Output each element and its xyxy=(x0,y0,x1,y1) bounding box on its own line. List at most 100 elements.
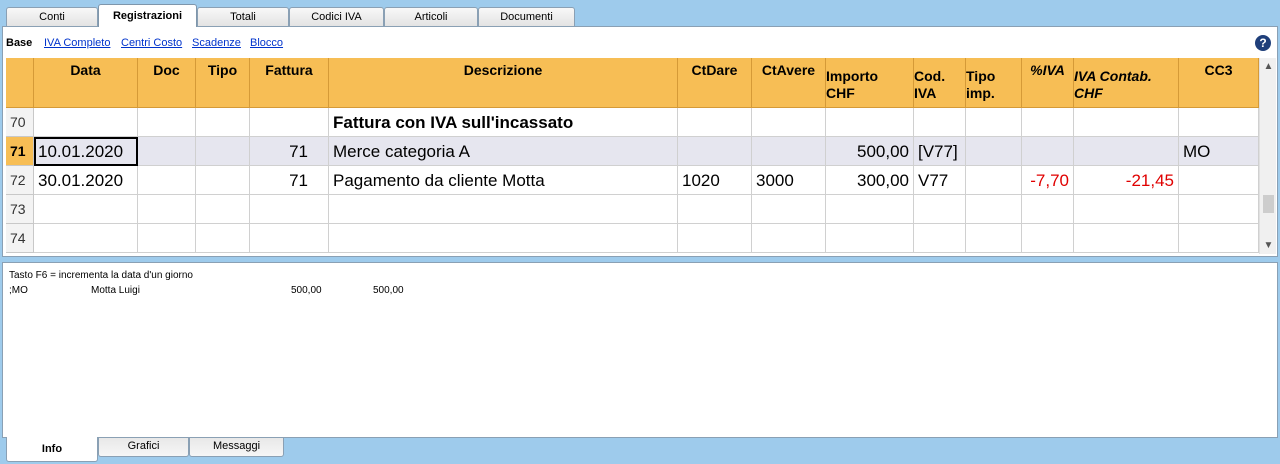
scroll-thumb[interactable] xyxy=(1263,195,1274,213)
col-header-iva-contab[interactable]: IVA Contab. CHF xyxy=(1074,58,1179,108)
table-row[interactable]: 72 30.01.2020 71 Pagamento da cliente Mo… xyxy=(6,166,1259,195)
cell-cc3[interactable]: MO xyxy=(1179,137,1259,166)
col-header-cc3[interactable]: CC3 xyxy=(1179,58,1259,108)
cell-doc[interactable] xyxy=(138,224,196,253)
tab-registrazioni[interactable]: Registrazioni xyxy=(98,4,197,27)
help-icon[interactable]: ? xyxy=(1255,35,1271,51)
cell-piva[interactable] xyxy=(1022,137,1074,166)
cell-doc[interactable] xyxy=(138,195,196,224)
cell-ctavere[interactable]: 3000 xyxy=(752,166,826,195)
scroll-up-icon[interactable]: ▲ xyxy=(1260,58,1277,75)
cell-fattura[interactable]: 71 xyxy=(250,137,329,166)
col-header-descrizione[interactable]: Descrizione xyxy=(329,58,678,108)
cell-descrizione[interactable] xyxy=(329,195,678,224)
cell-descrizione[interactable]: Merce categoria A xyxy=(329,137,678,166)
cell-piva[interactable] xyxy=(1022,108,1074,137)
cell-cc3[interactable] xyxy=(1179,195,1259,224)
cell-cod-iva[interactable] xyxy=(914,224,966,253)
row-number[interactable]: 71 xyxy=(6,137,34,166)
cell-ctavere[interactable] xyxy=(752,137,826,166)
cell-iva-contab[interactable] xyxy=(1074,108,1179,137)
tab-conti[interactable]: Conti xyxy=(6,7,98,26)
cell-cc3[interactable] xyxy=(1179,224,1259,253)
cell-iva-contab[interactable]: -21,45 xyxy=(1074,166,1179,195)
scroll-down-icon[interactable]: ▼ xyxy=(1260,237,1277,254)
tab-messaggi[interactable]: Messaggi xyxy=(189,438,284,457)
col-header-ctdare[interactable]: CtDare xyxy=(678,58,752,108)
view-iva-completo[interactable]: IVA Completo xyxy=(44,37,110,49)
row-number[interactable]: 70 xyxy=(6,108,34,137)
cell-ctdare[interactable] xyxy=(678,137,752,166)
cell-ctavere[interactable] xyxy=(752,108,826,137)
cell-importo[interactable] xyxy=(826,108,914,137)
tab-totali[interactable]: Totali xyxy=(197,7,289,26)
cell-descrizione[interactable]: Fattura con IVA sull'incassato xyxy=(329,108,678,137)
cell-cod-iva[interactable] xyxy=(914,108,966,137)
tab-info[interactable]: Info xyxy=(6,437,98,462)
cell-cod-iva[interactable]: V77 xyxy=(914,166,966,195)
col-header-piva[interactable]: %IVA xyxy=(1022,58,1074,108)
cell-descrizione[interactable] xyxy=(329,224,678,253)
cell-ctdare[interactable]: 1020 xyxy=(678,166,752,195)
cell-tipo-imp[interactable] xyxy=(966,108,1022,137)
cell-fattura[interactable] xyxy=(250,224,329,253)
cell-tipo[interactable] xyxy=(196,195,250,224)
cell-iva-contab[interactable] xyxy=(1074,195,1179,224)
cell-ctdare[interactable] xyxy=(678,224,752,253)
cell-data[interactable] xyxy=(34,224,138,253)
cell-ctavere[interactable] xyxy=(752,224,826,253)
col-header-cod-iva[interactable]: Cod. IVA xyxy=(914,58,966,108)
row-number[interactable]: 74 xyxy=(6,224,34,253)
col-header-ctavere[interactable]: CtAvere xyxy=(752,58,826,108)
col-header-tipo[interactable]: Tipo xyxy=(196,58,250,108)
table-row[interactable]: 71 10.01.2020 71 Merce categoria A 500,0… xyxy=(6,137,1259,166)
cell-tipo-imp[interactable] xyxy=(966,137,1022,166)
cell-tipo-imp[interactable] xyxy=(966,195,1022,224)
cell-doc[interactable] xyxy=(138,108,196,137)
cell-piva[interactable] xyxy=(1022,195,1074,224)
view-base[interactable]: Base xyxy=(6,37,32,49)
cell-ctdare[interactable] xyxy=(678,195,752,224)
cell-importo[interactable]: 300,00 xyxy=(826,166,914,195)
cell-importo[interactable] xyxy=(826,224,914,253)
cell-ctdare[interactable] xyxy=(678,108,752,137)
cell-tipo[interactable] xyxy=(196,224,250,253)
cell-tipo-imp[interactable] xyxy=(966,166,1022,195)
cell-importo[interactable] xyxy=(826,195,914,224)
col-header-tipo-imp[interactable]: Tipo imp. xyxy=(966,58,1022,108)
cell-cod-iva[interactable]: [V77] xyxy=(914,137,966,166)
table-row[interactable]: 73 xyxy=(6,195,1259,224)
col-header-data[interactable]: Data xyxy=(34,58,138,108)
cell-tipo[interactable] xyxy=(196,166,250,195)
cell-data[interactable] xyxy=(34,195,138,224)
col-header-fattura[interactable]: Fattura xyxy=(250,58,329,108)
vertical-scrollbar[interactable]: ▲ ▼ xyxy=(1259,58,1276,254)
cell-importo[interactable]: 500,00 xyxy=(826,137,914,166)
col-header-doc[interactable]: Doc xyxy=(138,58,196,108)
cell-data[interactable]: 10.01.2020 xyxy=(34,137,138,166)
row-number[interactable]: 72 xyxy=(6,166,34,195)
view-centri-costo[interactable]: Centri Costo xyxy=(121,37,182,49)
cell-tipo[interactable] xyxy=(196,108,250,137)
cell-piva[interactable]: -7,70 xyxy=(1022,166,1074,195)
cell-doc[interactable] xyxy=(138,137,196,166)
cell-cc3[interactable] xyxy=(1179,108,1259,137)
cell-cc3[interactable] xyxy=(1179,166,1259,195)
tab-articoli[interactable]: Articoli xyxy=(384,7,478,26)
cell-doc[interactable] xyxy=(138,166,196,195)
cell-fattura[interactable] xyxy=(250,195,329,224)
cell-iva-contab[interactable] xyxy=(1074,137,1179,166)
cell-data[interactable] xyxy=(34,108,138,137)
view-blocco[interactable]: Blocco xyxy=(250,37,283,49)
cell-tipo[interactable] xyxy=(196,137,250,166)
row-number[interactable]: 73 xyxy=(6,195,34,224)
cell-ctavere[interactable] xyxy=(752,195,826,224)
cell-piva[interactable] xyxy=(1022,224,1074,253)
tab-codici-iva[interactable]: Codici IVA xyxy=(289,7,384,26)
view-scadenze[interactable]: Scadenze xyxy=(192,37,241,49)
cell-fattura[interactable]: 71 xyxy=(250,166,329,195)
cell-iva-contab[interactable] xyxy=(1074,224,1179,253)
cell-tipo-imp[interactable] xyxy=(966,224,1022,253)
table-row[interactable]: 74 xyxy=(6,224,1259,253)
table-row[interactable]: 70 Fattura con IVA sull'incassato xyxy=(6,108,1259,137)
